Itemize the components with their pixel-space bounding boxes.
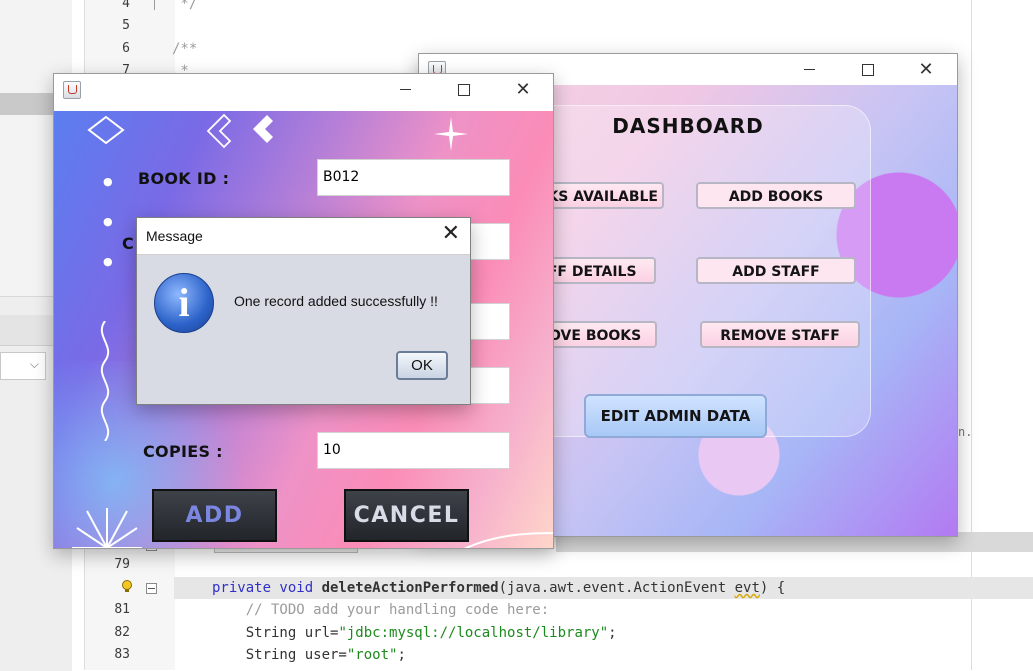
info-icon: i [154, 273, 214, 333]
line-number: 82 [114, 625, 130, 640]
book-id-field[interactable]: B012 [317, 159, 510, 196]
code-line: /** [172, 41, 198, 57]
chevron-down-icon: ⌵ [29, 357, 39, 371]
code-line-83: String user="root"; [212, 647, 406, 663]
line-number: 6 [122, 41, 130, 56]
edit-admin-data-button[interactable]: EDIT ADMIN DATA [584, 394, 767, 438]
fold-guide [154, 0, 155, 10]
diamond-decoration-icon [87, 115, 125, 145]
copies-label: COPIES : [143, 442, 223, 461]
line-number: 83 [114, 647, 130, 662]
dialog-title: Message [146, 228, 203, 244]
remove-staff-button[interactable]: REMOVE STAFF [700, 321, 860, 348]
close-button[interactable]: ✕ [442, 221, 460, 246]
message-text: One record added successfully !! [234, 293, 438, 309]
ok-button[interactable]: OK [396, 351, 448, 380]
fold-toggle-icon[interactable] [146, 583, 157, 594]
starburst-decoration-icon [72, 508, 142, 548]
close-button[interactable]: ✕ [500, 74, 546, 105]
lightbulb-hint-icon[interactable] [121, 580, 133, 593]
partial-label: C [122, 234, 135, 253]
code-line: */ [172, 0, 198, 12]
minimize-button[interactable] [383, 74, 429, 105]
title-bar[interactable]: ✕ [54, 74, 553, 105]
maximize-button[interactable] [441, 74, 487, 105]
java-app-icon [63, 81, 81, 99]
line-number: 79 [114, 557, 130, 572]
code-line-81: // TODO add your handling code here: [212, 602, 550, 618]
cancel-button[interactable]: CANCEL [344, 489, 469, 542]
dialog-title-bar[interactable]: Message ✕ [137, 218, 470, 255]
maximize-button[interactable] [845, 54, 891, 85]
minimize-button[interactable] [787, 54, 833, 85]
dot-decoration: ● [103, 215, 113, 228]
book-id-label: BOOK ID : [138, 169, 230, 188]
ide-combo-box[interactable]: ⌵ [0, 352, 46, 380]
right-margin-guide [971, 0, 972, 670]
close-button[interactable]: ✕ [903, 54, 949, 85]
code-fragment: n. [958, 425, 973, 439]
add-button[interactable]: ADD [152, 489, 277, 542]
squiggle-decoration-icon [100, 321, 110, 441]
add-books-button[interactable]: ADD BOOKS [696, 182, 856, 209]
code-line-82: String url="jdbc:mysql://localhost/libra… [212, 625, 617, 641]
chevron-left-solid-icon [253, 115, 273, 143]
curve-decoration-icon [464, 532, 553, 548]
add-staff-button[interactable]: ADD STAFF [696, 257, 856, 284]
chevron-left-outline-icon [206, 113, 232, 149]
line-number: 5 [122, 18, 130, 33]
line-number: 81 [114, 602, 130, 617]
dot-decoration: ● [103, 255, 113, 268]
sparkle-icon [434, 117, 468, 151]
line-number: 4 [122, 0, 130, 11]
code-line-80: private void deleteActionPerformed(java.… [212, 580, 786, 596]
copies-field[interactable]: 10 [317, 432, 510, 469]
dot-decoration: ● [103, 175, 113, 188]
message-dialog: Message ✕ i One record added successfull… [136, 217, 471, 405]
